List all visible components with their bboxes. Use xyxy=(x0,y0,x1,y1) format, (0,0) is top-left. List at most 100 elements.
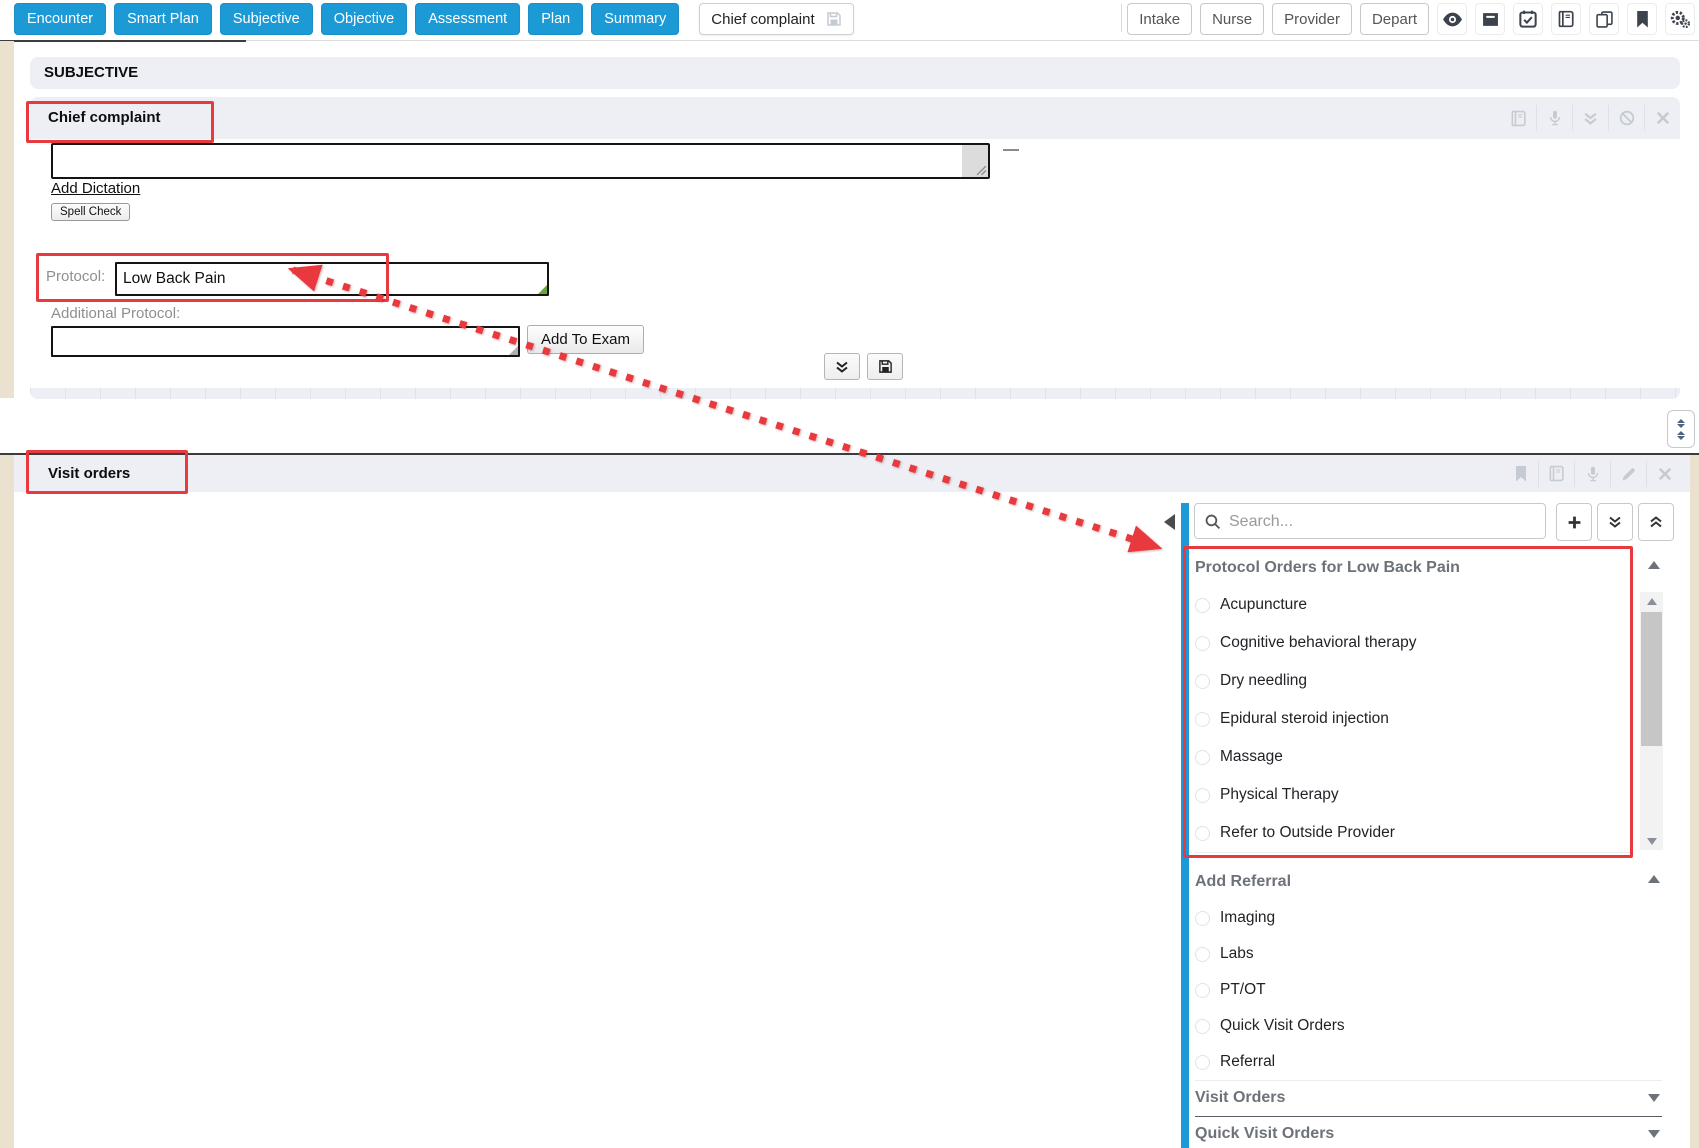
section-header-protocol-orders[interactable]: Protocol Orders for Low Back Pain xyxy=(1195,549,1632,587)
toolbar-edge-line xyxy=(0,40,246,42)
order-item-cbt[interactable]: Cognitive behavioral therapy xyxy=(1195,624,1632,663)
section-header-add-referral[interactable]: Add Referral xyxy=(1195,863,1662,901)
order-item-label: Cognitive behavioral therapy xyxy=(1220,634,1416,652)
provider-button[interactable]: Provider xyxy=(1272,3,1352,35)
order-item-label: Dry needling xyxy=(1220,672,1307,690)
schedule-button[interactable] xyxy=(1513,3,1543,35)
tab-label: Assessment xyxy=(428,11,507,27)
scroll-down-button[interactable] xyxy=(1640,832,1663,850)
order-item-labs[interactable]: Labs xyxy=(1195,936,1662,973)
section-title: Visit Orders xyxy=(1195,1089,1285,1106)
order-item-label: Labs xyxy=(1220,945,1254,963)
dictate-button[interactable] xyxy=(1536,105,1572,131)
add-to-exam-button[interactable]: Add To Exam xyxy=(527,325,644,354)
collapse-section-arrow-icon[interactable] xyxy=(1648,875,1660,883)
close-panel-button[interactable] xyxy=(1646,461,1682,487)
visit-orders-header-icons xyxy=(1503,455,1682,492)
settings-button[interactable] xyxy=(1665,3,1695,35)
collapse-all-button[interactable] xyxy=(1638,503,1674,541)
order-circle-icon xyxy=(1195,750,1210,765)
save-icon xyxy=(878,359,893,374)
tab-plan[interactable]: Plan xyxy=(528,3,583,35)
additional-protocol-resize-grip[interactable] xyxy=(509,346,518,355)
add-order-button[interactable] xyxy=(1556,503,1592,541)
tab-assessment[interactable]: Assessment xyxy=(415,3,520,35)
tab-subjective[interactable]: Subjective xyxy=(220,3,313,35)
scrollbar-thumb[interactable] xyxy=(1641,612,1662,746)
dictate-button[interactable] xyxy=(1574,461,1610,487)
tab-label: Summary xyxy=(604,11,666,27)
order-circle-icon xyxy=(1195,1055,1210,1070)
collapse-panel-button[interactable] xyxy=(1572,105,1608,131)
tab-objective[interactable]: Objective xyxy=(321,3,407,35)
tab-summary[interactable]: Summary xyxy=(591,3,679,35)
bookmark-button[interactable] xyxy=(1503,461,1538,487)
order-item-physical-therapy[interactable]: Physical Therapy xyxy=(1195,776,1632,815)
protocol-input[interactable] xyxy=(117,264,547,294)
panel-save-button[interactable] xyxy=(867,353,903,380)
book-icon xyxy=(1510,110,1527,127)
order-search-input[interactable] xyxy=(1227,504,1541,540)
depart-button[interactable]: Depart xyxy=(1360,3,1429,35)
book-button[interactable] xyxy=(1501,105,1536,131)
chief-complaint-title: Chief complaint xyxy=(48,109,161,126)
close-panel-button[interactable] xyxy=(1644,105,1680,131)
microphone-icon xyxy=(1547,110,1563,126)
visit-orders-header: Visit orders xyxy=(14,455,1690,492)
protocol-input-wrap xyxy=(115,262,549,296)
order-item-referral[interactable]: Referral xyxy=(1195,1044,1662,1081)
order-item-acupuncture[interactable]: Acupuncture xyxy=(1195,586,1632,625)
expand-section-arrow-icon[interactable] xyxy=(1648,1130,1660,1138)
section-title: Quick Visit Orders xyxy=(1195,1125,1334,1142)
add-dictation-link[interactable]: Add Dictation xyxy=(51,180,140,197)
collapse-sidebar-arrow-icon[interactable] xyxy=(1164,514,1175,530)
intake-button[interactable]: Intake xyxy=(1127,3,1192,35)
save-icon xyxy=(826,11,842,27)
order-item-pt-ot[interactable]: PT/OT xyxy=(1195,972,1662,1009)
order-item-refer-outside[interactable]: Refer to Outside Provider xyxy=(1195,814,1632,853)
chart-book-button[interactable] xyxy=(1551,3,1581,35)
book-icon xyxy=(1548,465,1565,482)
section-header-quick-visit-orders[interactable]: Quick Visit Orders xyxy=(1195,1116,1662,1148)
order-item-dry-needling[interactable]: Dry needling xyxy=(1195,662,1632,701)
additional-protocol-input[interactable] xyxy=(53,328,518,355)
tab-chief-complaint-active[interactable]: Chief complaint xyxy=(699,3,853,35)
expand-section-arrow-icon[interactable] xyxy=(1648,1094,1660,1102)
left-margin-strip-lower xyxy=(0,455,14,1148)
disable-panel-button[interactable] xyxy=(1608,105,1644,131)
nurse-button[interactable]: Nurse xyxy=(1200,3,1264,35)
edit-button[interactable] xyxy=(1610,461,1646,487)
copy-button[interactable] xyxy=(1589,3,1619,35)
tab-smart-plan[interactable]: Smart Plan xyxy=(114,3,212,35)
microphone-icon xyxy=(1585,466,1601,482)
collapse-section-arrow-icon[interactable] xyxy=(1648,561,1660,569)
scroll-up-button[interactable] xyxy=(1640,592,1663,610)
settings-gears-icon xyxy=(1670,9,1690,29)
top-toolbar: Encounter Smart Plan Subjective Objectiv… xyxy=(0,0,1699,41)
preview-button[interactable] xyxy=(1437,3,1467,35)
section-header-visit-orders[interactable]: Visit Orders xyxy=(1195,1080,1662,1117)
chief-complaint-textarea[interactable] xyxy=(53,145,962,177)
textarea-scroll-strip[interactable] xyxy=(962,145,988,177)
order-item-imaging[interactable]: Imaging xyxy=(1195,900,1662,937)
resize-grip-icon[interactable] xyxy=(976,165,987,176)
archive-button[interactable] xyxy=(1475,3,1505,35)
book-button[interactable] xyxy=(1538,461,1574,487)
protocol-list-scrollbar[interactable] xyxy=(1640,592,1663,850)
order-circle-icon xyxy=(1195,598,1210,613)
order-item-quick-visit-orders[interactable]: Quick Visit Orders xyxy=(1195,1008,1662,1045)
chevron-double-up-icon xyxy=(1649,515,1663,529)
order-circle-icon xyxy=(1195,788,1210,803)
tab-encounter[interactable]: Encounter xyxy=(14,3,106,35)
expand-all-button[interactable] xyxy=(1597,503,1633,541)
panel-collapse-button[interactable] xyxy=(824,353,860,380)
order-item-epidural[interactable]: Epidural steroid injection xyxy=(1195,700,1632,739)
book-icon xyxy=(1557,10,1575,28)
order-search-box xyxy=(1194,503,1546,539)
order-item-massage[interactable]: Massage xyxy=(1195,738,1632,777)
panel-splitter-handle[interactable] xyxy=(1667,410,1695,448)
order-circle-icon xyxy=(1195,911,1210,926)
spell-check-button[interactable]: Spell Check xyxy=(51,203,130,221)
bookmark-button[interactable] xyxy=(1627,3,1657,35)
protocol-resize-grip[interactable] xyxy=(538,285,547,294)
